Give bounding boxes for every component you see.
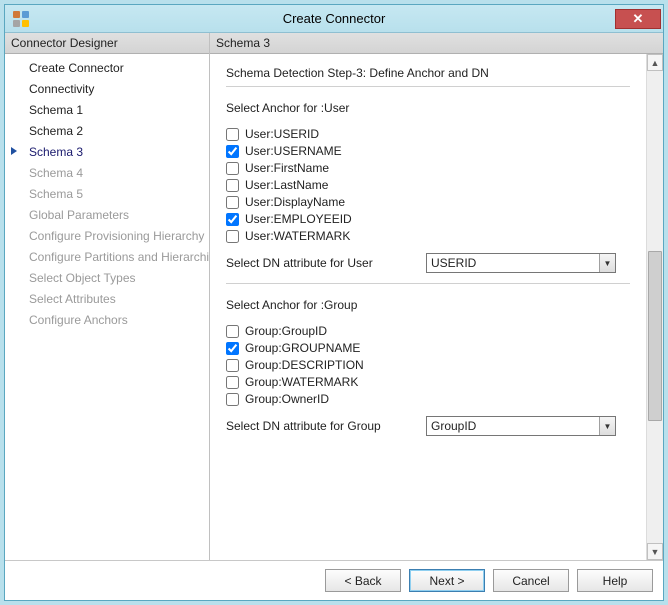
checkbox-label: User:USERID: [245, 127, 319, 141]
checkbox[interactable]: [226, 359, 239, 372]
chevron-down-icon: ▼: [599, 417, 615, 435]
nav-item[interactable]: Select Attributes: [5, 289, 209, 310]
nav-item[interactable]: Schema 2: [5, 121, 209, 142]
checkbox[interactable]: [226, 230, 239, 243]
content-area: Schema Detection Step-3: Define Anchor a…: [210, 54, 646, 560]
checkbox-label: User:FirstName: [245, 161, 329, 175]
close-button[interactable]: ✕: [615, 9, 661, 29]
group-checkbox-row[interactable]: Group:WATERMARK: [226, 375, 630, 389]
footer-buttons: < Back Next > Cancel Help: [5, 560, 663, 600]
group-anchor-label: Select Anchor for :Group: [226, 298, 630, 312]
checkbox-label: User:DisplayName: [245, 195, 345, 209]
nav-item[interactable]: Select Object Types: [5, 268, 209, 289]
user-dn-select[interactable]: USERID ▼: [426, 253, 616, 273]
window-title: Create Connector: [5, 11, 663, 26]
user-checkbox-list: User:USERID User:USERNAME User:FirstName Us…: [226, 127, 630, 243]
user-checkbox-row[interactable]: User:USERID: [226, 127, 630, 141]
titlebar: Create Connector ✕: [5, 5, 663, 33]
nav-item[interactable]: Schema 4: [5, 163, 209, 184]
user-checkbox-row[interactable]: User:FirstName: [226, 161, 630, 175]
nav-item[interactable]: Configure Anchors: [5, 310, 209, 331]
group-dn-value: GroupID: [431, 419, 476, 433]
nav-item[interactable]: Global Parameters: [5, 205, 209, 226]
cancel-button[interactable]: Cancel: [493, 569, 569, 592]
checkbox[interactable]: [226, 393, 239, 406]
user-dn-row: Select DN attribute for User USERID ▼: [226, 253, 630, 273]
checkbox-label: User:WATERMARK: [245, 229, 350, 243]
checkbox-label: User:USERNAME: [245, 144, 342, 158]
group-dn-select[interactable]: GroupID ▼: [426, 416, 616, 436]
checkbox[interactable]: [226, 162, 239, 175]
group-checkbox-row[interactable]: Group:DESCRIPTION: [226, 358, 630, 372]
scroll-down-button[interactable]: ▼: [647, 543, 663, 560]
nav-item[interactable]: Create Connector: [5, 58, 209, 79]
checkbox[interactable]: [226, 145, 239, 158]
right-pane: Schema 3 Schema Detection Step-3: Define…: [210, 33, 663, 560]
nav-item[interactable]: Schema 5: [5, 184, 209, 205]
group-checkbox-row[interactable]: Group:GROUPNAME: [226, 341, 630, 355]
right-pane-header: Schema 3: [210, 33, 663, 54]
next-button[interactable]: Next >: [409, 569, 485, 592]
scroll-up-button[interactable]: ▲: [647, 54, 663, 71]
vertical-scrollbar[interactable]: ▲ ▼: [646, 54, 663, 560]
close-icon: ✕: [633, 11, 644, 27]
dialog-window: Create Connector ✕ Connector Designer Cr…: [4, 4, 664, 601]
step-title: Schema Detection Step-3: Define Anchor a…: [226, 66, 630, 80]
user-checkbox-row[interactable]: User:LastName: [226, 178, 630, 192]
nav-list: Create ConnectorConnectivitySchema 1Sche…: [5, 54, 209, 335]
user-checkbox-row[interactable]: User:WATERMARK: [226, 229, 630, 243]
group-checkbox-row[interactable]: Group:OwnerID: [226, 392, 630, 406]
left-pane-header: Connector Designer: [5, 33, 209, 54]
left-pane: Connector Designer Create ConnectorConne…: [5, 33, 210, 560]
nav-item[interactable]: Schema 1: [5, 100, 209, 121]
checkbox-label: Group:OwnerID: [245, 392, 329, 406]
divider: [226, 283, 630, 284]
checkbox[interactable]: [226, 128, 239, 141]
checkbox[interactable]: [226, 196, 239, 209]
app-icon: [13, 11, 29, 27]
nav-item[interactable]: Connectivity: [5, 79, 209, 100]
divider: [226, 86, 630, 87]
scroll-thumb[interactable]: [648, 251, 662, 421]
checkbox[interactable]: [226, 325, 239, 338]
user-dn-label: Select DN attribute for User: [226, 256, 426, 270]
checkbox[interactable]: [226, 179, 239, 192]
checkbox-label: User:EMPLOYEEID: [245, 212, 352, 226]
checkbox-label: Group:GROUPNAME: [245, 341, 360, 355]
group-dn-label: Select DN attribute for Group: [226, 419, 426, 433]
checkbox[interactable]: [226, 376, 239, 389]
nav-item[interactable]: Configure Partitions and Hierarchies: [5, 247, 209, 268]
checkbox-label: Group:WATERMARK: [245, 375, 358, 389]
chevron-down-icon: ▼: [599, 254, 615, 272]
nav-item[interactable]: Configure Provisioning Hierarchy: [5, 226, 209, 247]
group-checkbox-list: Group:GroupID Group:GROUPNAME Group:DESCRI…: [226, 324, 630, 406]
checkbox[interactable]: [226, 342, 239, 355]
group-dn-row: Select DN attribute for Group GroupID ▼: [226, 416, 630, 436]
user-checkbox-row[interactable]: User:USERNAME: [226, 144, 630, 158]
user-dn-value: USERID: [431, 256, 476, 270]
user-checkbox-row[interactable]: User:EMPLOYEEID: [226, 212, 630, 226]
checkbox-label: Group:DESCRIPTION: [245, 358, 364, 372]
checkbox[interactable]: [226, 213, 239, 226]
nav-item[interactable]: Schema 3: [5, 142, 209, 163]
user-anchor-label: Select Anchor for :User: [226, 101, 630, 115]
help-button[interactable]: Help: [577, 569, 653, 592]
scroll-track[interactable]: [647, 71, 663, 543]
back-button[interactable]: < Back: [325, 569, 401, 592]
group-checkbox-row[interactable]: Group:GroupID: [226, 324, 630, 338]
main-columns: Connector Designer Create ConnectorConne…: [5, 33, 663, 560]
checkbox-label: Group:GroupID: [245, 324, 327, 338]
checkbox-label: User:LastName: [245, 178, 328, 192]
user-checkbox-row[interactable]: User:DisplayName: [226, 195, 630, 209]
